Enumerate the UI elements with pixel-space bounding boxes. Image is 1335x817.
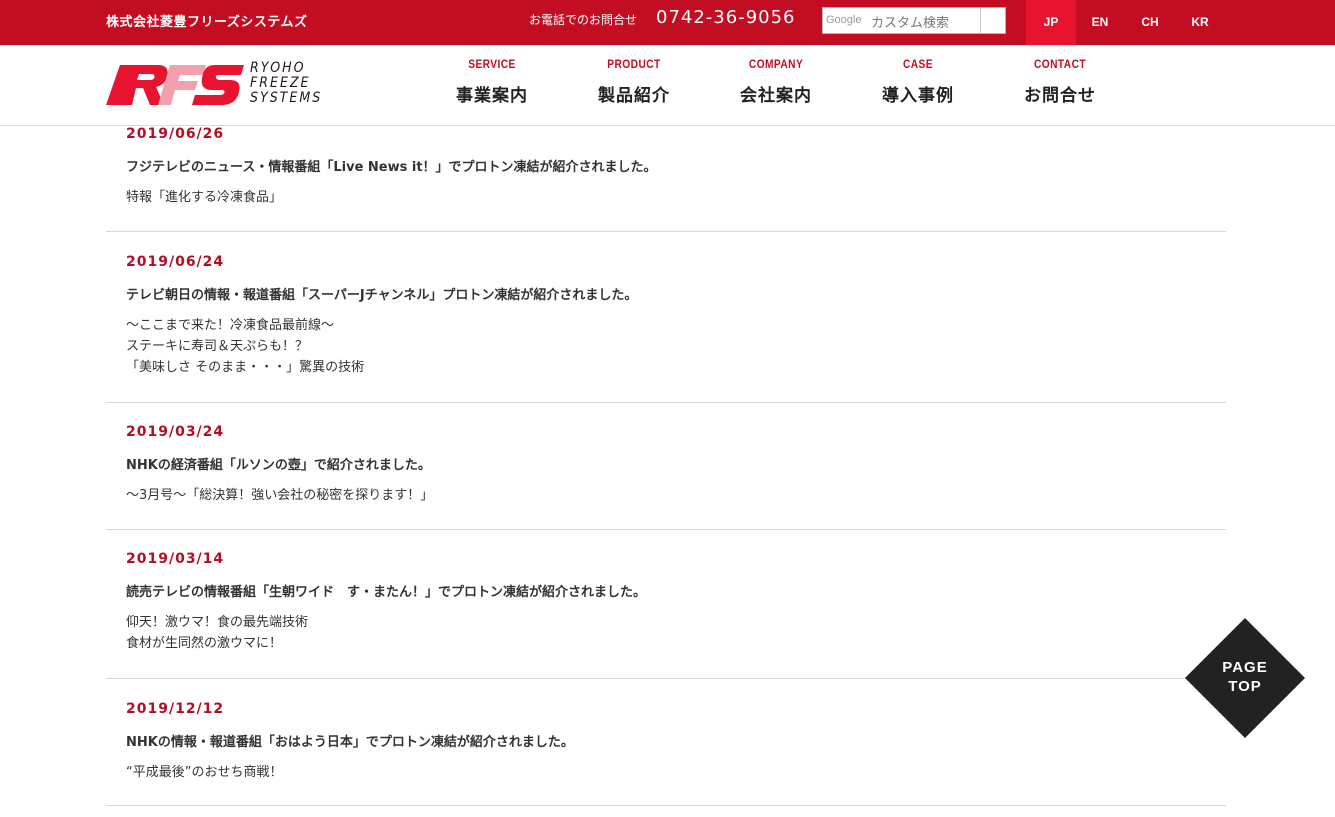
nav-case-ja: 導入事例 bbox=[882, 86, 954, 106]
site-header: RYOHO FREEZE SYSTEMS SERVICE 事業案内 PRODUC… bbox=[0, 45, 1335, 126]
nav-service-en: SERVICE bbox=[468, 57, 516, 71]
news-date: 2019/06/24 bbox=[126, 254, 225, 270]
company-name[interactable]: 株式会社菱豊フリーズシステムズ bbox=[106, 11, 307, 30]
logo-line-ryoho: RYOHO bbox=[250, 60, 306, 76]
news-description-line: 仰天！激ウマ！食の最先端技術 bbox=[126, 615, 309, 630]
nav-contact-ja: お問合せ bbox=[1024, 86, 1096, 106]
news-item: 2019/03/14 読売テレビの情報番組「生朝ワイド す・またん！」でプロトン… bbox=[106, 530, 1226, 679]
lang-ch[interactable]: CH bbox=[1125, 0, 1175, 45]
rfs-logo-mark bbox=[106, 65, 244, 105]
news-item: 2019/03/24 NHKの経済番組「ルソンの壺」で紹介されました。 ～3月号… bbox=[106, 403, 1226, 530]
nav-product-en: PRODUCT bbox=[607, 57, 661, 71]
news-description-line: 「美味しさ そのまま・・・」驚異の技術 bbox=[126, 360, 365, 375]
logo-line-systems: SYSTEMS bbox=[250, 90, 323, 106]
nav-product-ja: 製品紹介 bbox=[598, 86, 670, 106]
news-description-line: ～3月号～「総決算！強い会社の秘密を探ります！」 bbox=[126, 488, 434, 503]
news-title[interactable]: フジテレビのニュース・情報番組「Live News it！」でプロトン凍結が紹介… bbox=[126, 156, 1206, 175]
nav-contact-en: CONTACT bbox=[1033, 57, 1087, 71]
page-top-button[interactable]: PAGE TOP bbox=[1185, 618, 1305, 738]
lang-jp[interactable]: JP bbox=[1026, 0, 1076, 45]
news-description-line: 特報「進化する冷凍食品」 bbox=[126, 190, 283, 205]
nav-product[interactable]: PRODUCT 製品紹介 bbox=[564, 57, 704, 106]
nav-company[interactable]: COMPANY 会社案内 bbox=[706, 57, 846, 106]
news-description-line: 食材が生同然の激ウマに！ bbox=[126, 636, 283, 651]
nav-company-ja: 会社案内 bbox=[740, 86, 812, 106]
page-top-label: PAGE TOP bbox=[1185, 658, 1305, 696]
nav-company-en: COMPANY bbox=[748, 57, 804, 71]
lang-en[interactable]: EN bbox=[1075, 0, 1125, 45]
news-title[interactable]: 読売テレビの情報番組「生朝ワイド す・またん！」でプロトン凍結が紹介されました。 bbox=[126, 581, 1206, 600]
news-description-line: ステーキに寿司＆天ぷらも！？ bbox=[126, 339, 309, 354]
news-date: 2019/03/14 bbox=[126, 551, 225, 567]
news-description: ～3月号～「総決算！強い会社の秘密を探ります！」 bbox=[126, 485, 1206, 506]
news-description: 仰天！激ウマ！食の最先端技術 食材が生同然の激ウマに！ bbox=[126, 612, 1206, 654]
news-description: ～ここまで来た！冷凍食品最前線～ ステーキに寿司＆天ぷらも！？ 「美味しさ その… bbox=[126, 315, 1206, 378]
search-input[interactable] bbox=[823, 8, 981, 33]
nav-service[interactable]: SERVICE 事業案内 bbox=[422, 57, 562, 106]
nav-case[interactable]: CASE 導入事例 bbox=[848, 57, 988, 106]
nav-contact[interactable]: CONTACT お問合せ bbox=[990, 57, 1130, 106]
news-list: 2019/06/26 フジテレビのニュース・情報番組「Live News it！… bbox=[106, 126, 1226, 806]
news-item: 2019/12/12 NHKの情報・報道番組「おはよう日本」でプロトン凍結が紹介… bbox=[106, 679, 1226, 806]
news-date: 2019/12/12 bbox=[126, 701, 225, 717]
search-button[interactable] bbox=[980, 8, 1005, 33]
news-description-line: ～ここまで来た！冷凍食品最前線～ bbox=[126, 318, 335, 333]
phone-number[interactable]: 0742-36-9056 bbox=[656, 7, 796, 28]
logo-wordmark: RYOHO FREEZE SYSTEMS bbox=[250, 61, 322, 106]
news-date: 2019/06/26 bbox=[126, 126, 225, 142]
phone-label: お電話でのお問合せ bbox=[529, 13, 638, 27]
news-date: 2019/03/24 bbox=[126, 424, 225, 440]
news-description: “平成最後”のおせち商戦！ bbox=[126, 762, 1206, 783]
news-title[interactable]: NHKの情報・報道番組「おはよう日本」でプロトン凍結が紹介されました。 bbox=[126, 731, 1206, 750]
logo-line-freeze: FREEZE bbox=[250, 75, 311, 91]
news-title[interactable]: テレビ朝日の情報・報道番組「スーパーJチャンネル」プロトン凍結が紹介されました。 bbox=[126, 284, 1206, 303]
news-item: 2019/06/26 フジテレビのニュース・情報番組「Live News it！… bbox=[106, 126, 1226, 232]
news-title[interactable]: NHKの経済番組「ルソンの壺」で紹介されました。 bbox=[126, 454, 1206, 473]
news-description: 特報「進化する冷凍食品」 bbox=[126, 187, 1206, 208]
nav-service-ja: 事業案内 bbox=[456, 86, 528, 106]
lang-kr[interactable]: KR bbox=[1175, 0, 1225, 45]
news-item: 2019/06/24 テレビ朝日の情報・報道番組「スーパーJチャンネル」プロトン… bbox=[106, 232, 1226, 403]
site-search: Google カスタム検索 bbox=[822, 7, 1006, 34]
page-top-line: TOP bbox=[1228, 678, 1262, 695]
nav-case-en: CASE bbox=[902, 57, 934, 71]
top-bar: 株式会社菱豊フリーズシステムズ お電話でのお問合せ 0742-36-9056 G… bbox=[0, 0, 1335, 45]
news-description-line: “平成最後”のおせち商戦！ bbox=[126, 765, 283, 780]
page-top-line: PAGE bbox=[1222, 659, 1268, 676]
site-logo[interactable]: RYOHO FREEZE SYSTEMS bbox=[106, 61, 346, 111]
